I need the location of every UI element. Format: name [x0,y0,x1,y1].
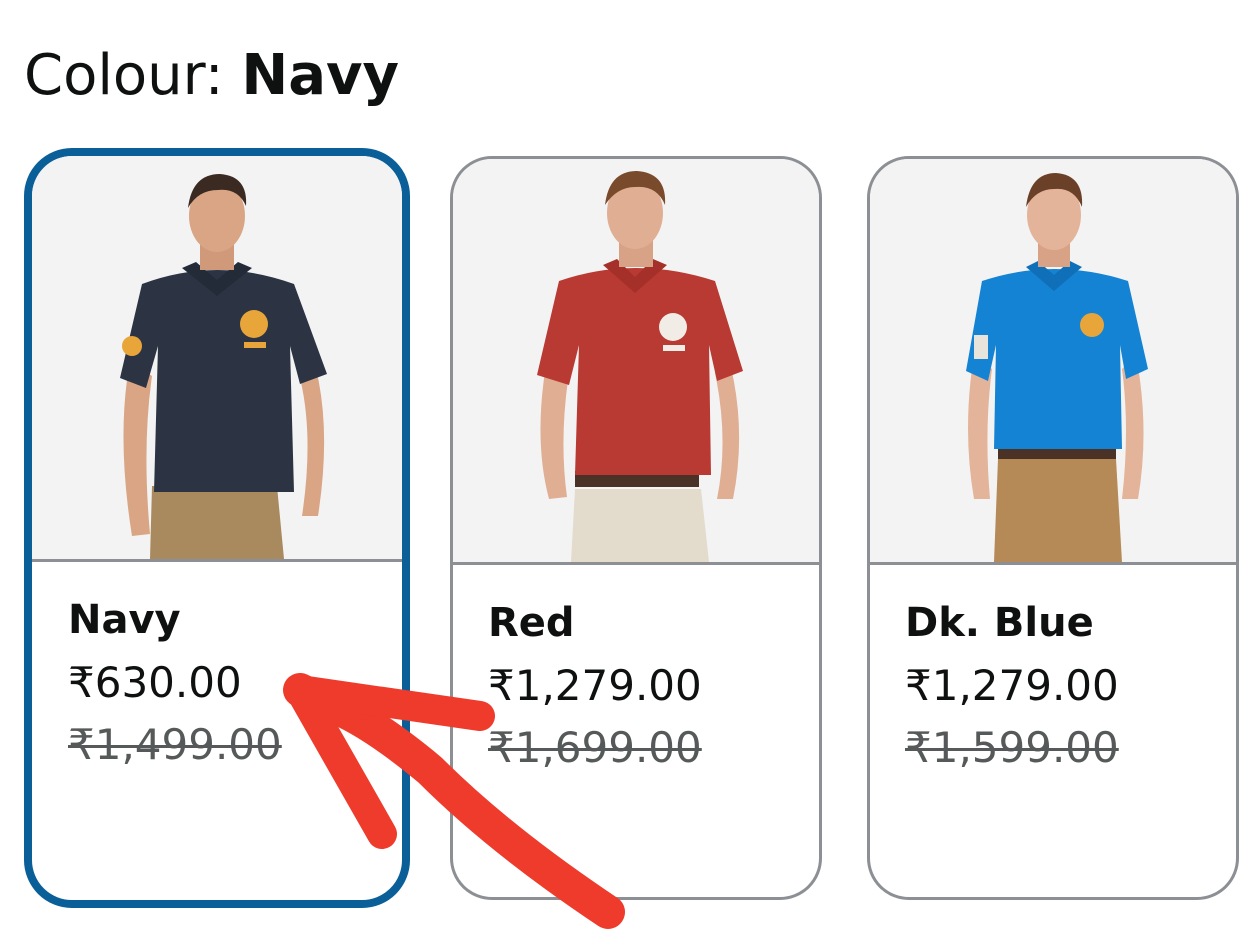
swatch-mrp: ₹1,499.00 [68,720,282,769]
colour-label: Colour: [24,43,242,108]
colour-heading: Colour: Navy [24,38,399,114]
product-image-red [453,159,819,565]
selected-colour-value: Navy [241,43,400,108]
swatch-mrp: ₹1,599.00 [905,723,1119,772]
swatch-info: Red ₹1,279.00 ₹1,699.00 [453,565,819,779]
colour-selector-page: Colour: Navy Navy ₹630.00 ₹1,499.00 Red … [0,0,1260,948]
swatch-info: Dk. Blue ₹1,279.00 ₹1,599.00 [870,565,1236,779]
colour-swatch-dk-blue[interactable]: Dk. Blue ₹1,279.00 ₹1,599.00 [867,156,1239,900]
swatch-name: Navy [68,597,181,643]
swatch-price: ₹630.00 [68,658,242,707]
swatch-name: Red [488,600,575,646]
model-illustration [966,173,1148,562]
swatch-price: ₹1,279.00 [488,661,702,710]
product-image-navy [32,156,402,562]
swatch-price: ₹1,279.00 [905,661,1119,710]
swatch-info: Navy ₹630.00 ₹1,499.00 [32,562,402,776]
colour-swatch-navy[interactable]: Navy ₹630.00 ₹1,499.00 [24,148,410,908]
product-image-dk-blue [870,159,1236,565]
colour-swatch-red[interactable]: Red ₹1,279.00 ₹1,699.00 [450,156,822,900]
model-illustration [120,174,327,559]
model-illustration [537,171,743,562]
swatch-name: Dk. Blue [905,600,1094,646]
swatch-mrp: ₹1,699.00 [488,723,702,772]
